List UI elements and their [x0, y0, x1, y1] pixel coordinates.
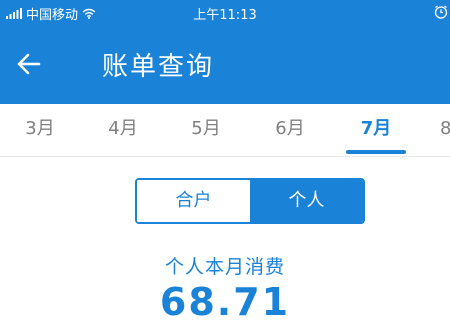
- segment-personal-button[interactable]: 个人: [250, 180, 363, 222]
- page-title: 账单查询: [102, 52, 215, 82]
- account-type-segment: 合户 个人: [135, 178, 365, 224]
- app-bar: 账单查询: [0, 24, 450, 104]
- monthly-consumption-label: 个人本月消费: [164, 256, 285, 278]
- tab-month-3[interactable]: 3月: [0, 104, 80, 156]
- segment-household-button[interactable]: 合户: [137, 180, 250, 222]
- status-bar: 中国移动 上午11:13: [0, 0, 450, 24]
- selected-tab-indicator: [346, 150, 406, 154]
- tab-month-8[interactable]: 8月: [420, 104, 450, 156]
- alarm-icon: [434, 5, 448, 19]
- back-button[interactable]: [16, 48, 56, 80]
- tab-month-7[interactable]: 7月: [336, 104, 416, 156]
- tab-month-5[interactable]: 5月: [166, 104, 246, 156]
- arrow-left-icon: [17, 53, 41, 75]
- monthly-consumption-amount: 68.71: [159, 280, 291, 324]
- tab-month-6[interactable]: 6月: [250, 104, 330, 156]
- status-time: 上午11:13: [193, 8, 257, 23]
- tab-month-4[interactable]: 4月: [83, 104, 163, 156]
